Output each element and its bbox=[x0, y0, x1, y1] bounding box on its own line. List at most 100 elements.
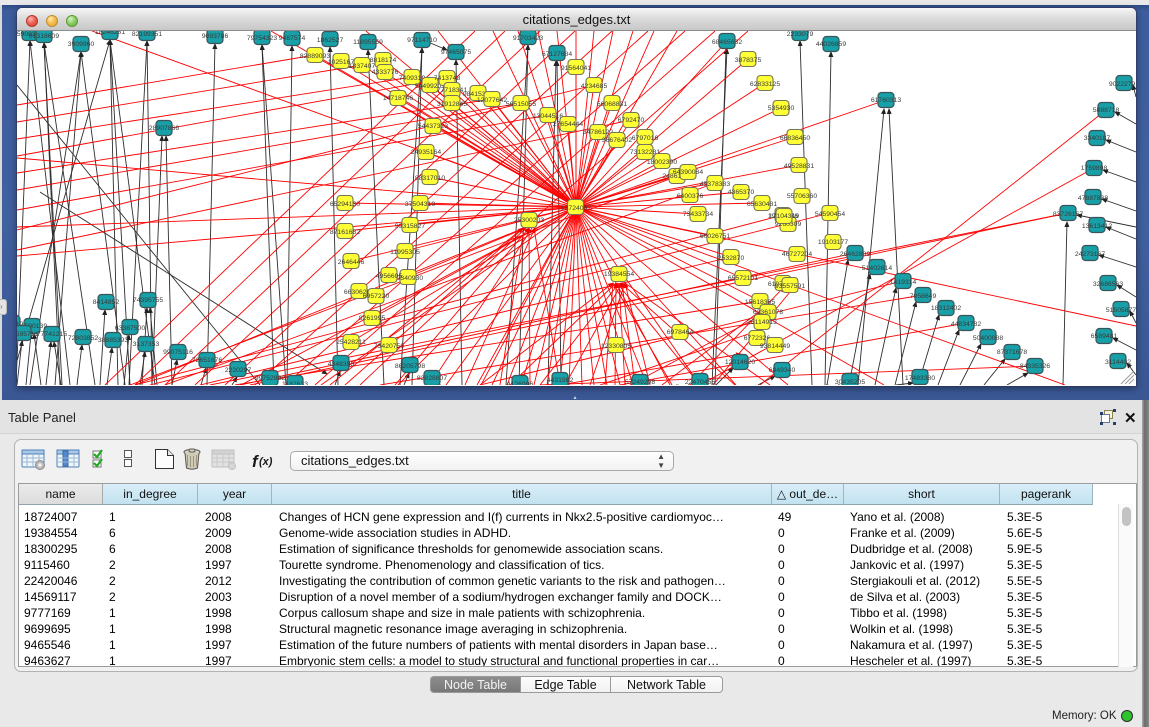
svg-text:8818174: 8818174 bbox=[370, 57, 397, 64]
svg-text:3878375: 3878375 bbox=[735, 57, 762, 64]
svg-text:8261995: 8261995 bbox=[359, 315, 386, 322]
svg-text:55706360: 55706360 bbox=[787, 193, 817, 200]
svg-text:84335326: 84335326 bbox=[1020, 363, 1050, 370]
svg-text:4365370: 4365370 bbox=[728, 189, 755, 196]
svg-text:83726167: 83726167 bbox=[1053, 211, 1083, 218]
svg-text:61318609: 61318609 bbox=[29, 33, 59, 40]
svg-text:6957220: 6957220 bbox=[363, 293, 390, 300]
svg-text:9487574: 9487574 bbox=[279, 35, 306, 42]
svg-text:73420750: 73420750 bbox=[374, 343, 404, 350]
svg-text:6792470: 6792470 bbox=[618, 117, 645, 124]
svg-text:51402614: 51402614 bbox=[862, 265, 892, 272]
svg-text:22470455: 22470455 bbox=[685, 379, 715, 385]
svg-text:65630481: 65630481 bbox=[747, 201, 777, 208]
svg-text:63387500: 63387500 bbox=[115, 325, 145, 332]
svg-text:57249208: 57249208 bbox=[625, 379, 655, 385]
svg-text:24595711: 24595711 bbox=[17, 331, 38, 338]
svg-text:64390084: 64390084 bbox=[673, 169, 703, 176]
svg-text:1419314: 1419314 bbox=[890, 279, 917, 286]
svg-text:3114402: 3114402 bbox=[1105, 359, 1131, 366]
svg-text:56068831: 56068831 bbox=[597, 101, 627, 108]
svg-text:3909960: 3909960 bbox=[68, 41, 95, 48]
svg-text:11895559: 11895559 bbox=[353, 39, 383, 46]
svg-text:91564041: 91564041 bbox=[561, 65, 591, 72]
svg-text:(x): (x) bbox=[259, 456, 273, 468]
svg-text:17483380: 17483380 bbox=[905, 375, 935, 382]
svg-text:62833125: 62833125 bbox=[750, 81, 780, 88]
svg-text:4126906: 4126906 bbox=[507, 381, 534, 385]
svg-text:6849340: 6849340 bbox=[769, 367, 796, 374]
svg-text:99752882: 99752882 bbox=[255, 375, 285, 382]
svg-text:49528831: 49528831 bbox=[784, 163, 814, 170]
svg-text:24273167: 24273167 bbox=[1075, 251, 1105, 258]
svg-text:2220297: 2220297 bbox=[225, 367, 252, 374]
svg-text:65294130: 65294130 bbox=[330, 201, 360, 208]
svg-text:4333776: 4333776 bbox=[372, 69, 399, 76]
svg-text:18312402: 18312402 bbox=[931, 305, 961, 312]
svg-text:93814449: 93814449 bbox=[760, 343, 790, 350]
svg-text:82828807: 82828807 bbox=[417, 375, 447, 382]
svg-text:26462889: 26462889 bbox=[840, 251, 870, 258]
svg-text:25300203: 25300203 bbox=[514, 217, 544, 224]
svg-text:19384554: 19384554 bbox=[604, 271, 634, 278]
svg-text:86205798: 86205798 bbox=[395, 363, 425, 370]
svg-text:61760313: 61760313 bbox=[871, 97, 901, 104]
svg-text:47887838: 47887838 bbox=[1078, 195, 1108, 202]
svg-text:6772326: 6772326 bbox=[744, 335, 771, 342]
svg-text:44026859: 44026859 bbox=[816, 41, 846, 48]
svg-text:4956605: 4956605 bbox=[376, 273, 403, 280]
svg-text:3340187: 3340187 bbox=[1084, 135, 1111, 142]
svg-text:12330805: 12330805 bbox=[601, 343, 631, 350]
svg-text:6400376: 6400376 bbox=[677, 193, 704, 200]
svg-text:6978464: 6978464 bbox=[667, 329, 694, 336]
svg-text:1759898: 1759898 bbox=[1081, 165, 1108, 172]
svg-text:13613412: 13613412 bbox=[1082, 223, 1112, 230]
svg-text:36676402: 36676402 bbox=[602, 137, 632, 144]
svg-text:87371678: 87371678 bbox=[997, 349, 1027, 356]
svg-text:66836450: 66836450 bbox=[780, 135, 810, 142]
svg-text:97114710: 97114710 bbox=[407, 37, 437, 44]
svg-text:46727204: 46727204 bbox=[782, 251, 812, 258]
svg-text:6589481: 6589481 bbox=[1091, 333, 1118, 340]
svg-text:30435205: 30435205 bbox=[835, 379, 865, 385]
svg-text:72651676: 72651676 bbox=[192, 357, 222, 364]
svg-text:82889093: 82889093 bbox=[300, 53, 330, 60]
svg-text:54437323: 54437323 bbox=[418, 123, 448, 130]
svg-text:99075116: 99075116 bbox=[163, 349, 193, 356]
svg-text:79754323: 79754323 bbox=[247, 35, 277, 42]
svg-text:31912845: 31912845 bbox=[437, 101, 467, 108]
svg-text:4431982: 4431982 bbox=[547, 377, 574, 384]
svg-text:2233079: 2233079 bbox=[787, 31, 814, 38]
svg-text:9093786: 9093786 bbox=[202, 33, 229, 40]
svg-text:12014620: 12014620 bbox=[725, 359, 755, 366]
svg-text:1182633: 1182633 bbox=[282, 381, 308, 385]
svg-text:17104319: 17104319 bbox=[769, 213, 799, 220]
svg-text:12077642: 12077642 bbox=[477, 97, 507, 104]
svg-text:44834782: 44834782 bbox=[951, 321, 981, 328]
svg-text:72803852: 72803852 bbox=[68, 335, 98, 342]
svg-text:77741215: 77741215 bbox=[37, 331, 67, 338]
svg-text:25428211: 25428211 bbox=[336, 339, 366, 346]
svg-text:56515055: 56515055 bbox=[506, 101, 536, 108]
svg-text:14718746: 14718746 bbox=[383, 95, 413, 102]
svg-text:87161682: 87161682 bbox=[330, 229, 360, 236]
svg-text:5888718: 5888718 bbox=[1093, 107, 1120, 114]
svg-text:4348395: 4348395 bbox=[328, 361, 355, 368]
svg-text:65572101: 65572101 bbox=[728, 275, 758, 282]
svg-text:5354930: 5354930 bbox=[768, 105, 795, 112]
svg-text:67127684: 67127684 bbox=[542, 51, 572, 58]
svg-text:60026751: 60026751 bbox=[700, 233, 730, 240]
svg-text:99315827: 99315827 bbox=[395, 223, 425, 230]
svg-text:74395755: 74395755 bbox=[133, 297, 163, 304]
svg-text:18002390: 18002390 bbox=[647, 159, 677, 166]
svg-text:73433734: 73433734 bbox=[683, 211, 713, 218]
svg-text:45378383: 45378383 bbox=[700, 181, 730, 188]
svg-text:93557591: 93557591 bbox=[775, 283, 805, 290]
svg-text:91703423: 91703423 bbox=[513, 35, 543, 42]
svg-text:38885393: 38885393 bbox=[98, 337, 128, 344]
svg-text:27654444: 27654444 bbox=[553, 121, 583, 128]
svg-text:18724007: 18724007 bbox=[561, 205, 591, 212]
svg-text:7409319: 7409319 bbox=[399, 75, 426, 82]
svg-text:13044516: 13044516 bbox=[533, 113, 563, 120]
svg-text:28907866: 28907866 bbox=[149, 125, 179, 132]
